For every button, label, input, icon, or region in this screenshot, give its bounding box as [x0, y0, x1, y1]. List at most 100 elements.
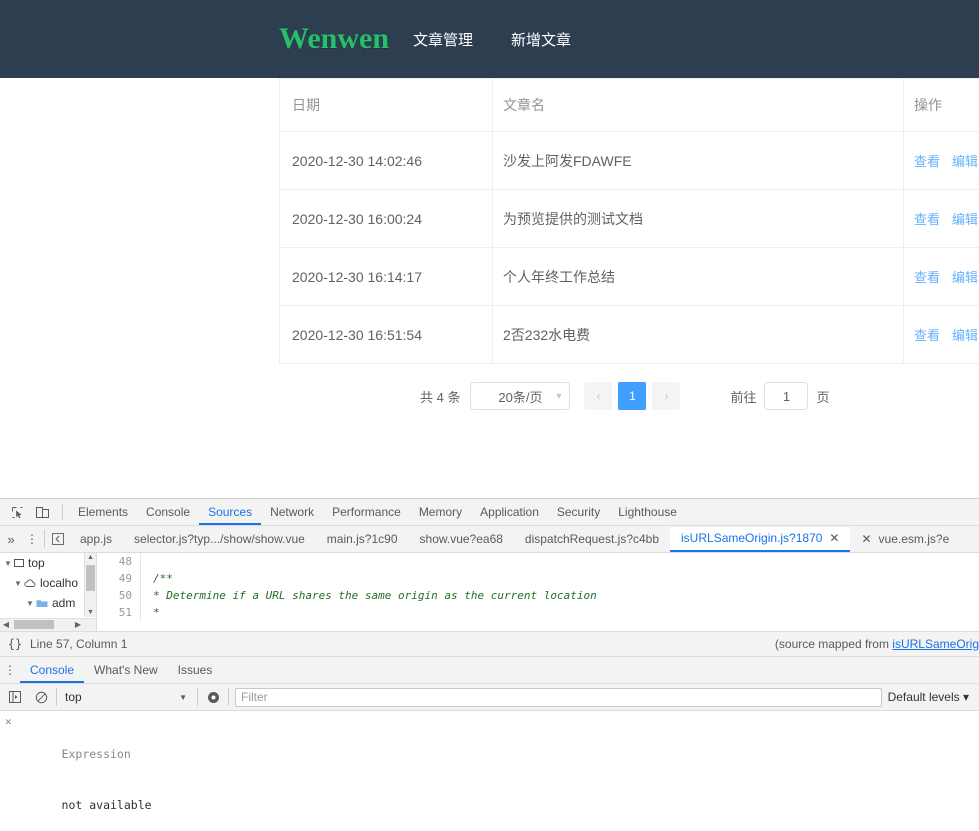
- page-size-value: 20条/页: [498, 387, 542, 406]
- chevron-down-icon: ▼: [12, 579, 24, 588]
- line-number: 51: [97, 604, 141, 621]
- file-tab-vue-esm-js[interactable]: ✕ vue.esm.js?e: [850, 527, 960, 552]
- view-link[interactable]: 查看: [914, 270, 940, 285]
- cursor-position-label: Line 57, Column 1: [30, 637, 127, 651]
- console-toolbar-divider: [56, 688, 57, 706]
- scrollbar-thumb[interactable]: [86, 565, 95, 591]
- table-row[interactable]: 2020-12-30 16:00:24 为预览提供的测试文档 查看编辑: [280, 190, 979, 248]
- scroll-down-icon[interactable]: ▼: [86, 609, 95, 616]
- column-header-date: 日期: [280, 79, 493, 132]
- source-mapped-link[interactable]: isURLSameOrig: [892, 637, 979, 651]
- view-link[interactable]: 查看: [914, 154, 940, 169]
- close-icon[interactable]: ✕: [5, 714, 12, 730]
- view-link[interactable]: 查看: [914, 328, 940, 343]
- devtools-tab-security[interactable]: Security: [548, 500, 609, 525]
- tree-node-label: top: [28, 556, 45, 570]
- line-number: 49: [97, 570, 141, 587]
- line-text: [141, 553, 153, 570]
- edit-link[interactable]: 编辑: [952, 154, 978, 169]
- pagination-page-1[interactable]: 1: [618, 382, 646, 410]
- cell-title: 个人年终工作总结: [493, 248, 904, 306]
- console-toolbar-divider: [197, 688, 198, 706]
- scrollbar-thumb[interactable]: [14, 620, 54, 629]
- file-tab-dispatch-request-js[interactable]: dispatchRequest.js?c4bb: [514, 527, 670, 552]
- more-options-icon[interactable]: ⋮: [22, 532, 42, 546]
- pagination-prev-button[interactable]: ‹: [584, 382, 612, 410]
- tree-node-top[interactable]: ▼ top: [0, 553, 96, 573]
- site-brand-logo[interactable]: Wenwen: [279, 22, 389, 56]
- devtools-tab-application[interactable]: Application: [471, 500, 548, 525]
- tree-horizontal-scrollbar[interactable]: ◀ ▶: [0, 618, 96, 631]
- file-tab-main-js[interactable]: main.js?1c90: [316, 527, 409, 552]
- console-message-text: not available: [62, 798, 152, 812]
- inspect-element-icon[interactable]: [4, 500, 30, 524]
- chevron-down-icon: ▾: [556, 391, 561, 402]
- tree-node-localhost[interactable]: ▼ localho: [0, 573, 96, 593]
- drawer-tab-console[interactable]: Console: [20, 658, 84, 683]
- sources-navigator-tree: ▼ top ▼ localho ▼: [0, 553, 97, 631]
- source-status-bar: {} Line 57, Column 1 (source mapped from…: [0, 631, 979, 657]
- drawer-tab-whats-new[interactable]: What's New: [84, 658, 168, 683]
- line-number: 48: [97, 553, 141, 570]
- code-line: 48: [97, 553, 979, 570]
- tree-node-admin-folder[interactable]: ▼ adm: [0, 593, 96, 613]
- column-header-title: 文章名: [493, 79, 904, 132]
- nav-link-article-management[interactable]: 文章管理: [413, 29, 473, 50]
- line-text: /**: [141, 570, 173, 587]
- devtools-tab-network[interactable]: Network: [261, 500, 323, 525]
- jumper-input[interactable]: [764, 382, 808, 410]
- edit-link[interactable]: 编辑: [952, 270, 978, 285]
- console-log-levels-select[interactable]: Default levels ▾: [888, 690, 979, 704]
- edit-link[interactable]: 编辑: [952, 212, 978, 227]
- browser-viewport: Wenwen 文章管理 新增文章 日期 文章名 操作 2020-12-30 14…: [0, 0, 979, 498]
- table-row[interactable]: 2020-12-30 14:02:46 沙发上阿发FDAWFE 查看编辑: [280, 132, 979, 190]
- close-icon[interactable]: ✕: [829, 526, 839, 551]
- file-tab-isurlsameorigin-js[interactable]: isURLSameOrigin.js?1870 ✕: [670, 527, 850, 552]
- pretty-print-icon[interactable]: {}: [0, 637, 30, 651]
- cloud-icon: [24, 578, 36, 588]
- close-icon[interactable]: ✕: [861, 527, 871, 552]
- drawer-more-options-icon[interactable]: ⋮: [0, 663, 20, 677]
- device-toolbar-icon[interactable]: [30, 500, 56, 524]
- code-line: 51 *: [97, 604, 979, 621]
- cell-title: 2否232水电费: [493, 306, 904, 364]
- edit-link[interactable]: 编辑: [952, 328, 978, 343]
- devtools-tab-sources[interactable]: Sources: [199, 500, 261, 525]
- live-expression-eye-icon[interactable]: [200, 685, 226, 709]
- console-context-value: top: [65, 690, 82, 704]
- pagination-jumper: 前往 页: [730, 382, 829, 410]
- source-code-editor[interactable]: 48 49 /** 50 * Determine if a URL shares…: [97, 553, 979, 631]
- console-message-text: Expression: [62, 747, 131, 761]
- devtools-tab-performance[interactable]: Performance: [323, 500, 410, 525]
- file-tab-selector-js[interactable]: selector.js?typ.../show/show.vue: [123, 527, 316, 552]
- clear-console-icon[interactable]: [28, 685, 54, 709]
- devtools-tab-elements[interactable]: Elements: [69, 500, 137, 525]
- tree-vertical-scrollbar[interactable]: ▲ ▼: [84, 553, 96, 617]
- table-row[interactable]: 2020-12-30 16:51:54 2否232水电费 查看编辑: [280, 306, 979, 364]
- table-body: 2020-12-30 14:02:46 沙发上阿发FDAWFE 查看编辑 202…: [280, 132, 979, 364]
- jumper-unit: 页: [816, 387, 829, 406]
- console-message-expression-body: not available: [0, 778, 979, 831]
- drawer-tab-issues[interactable]: Issues: [168, 658, 223, 683]
- page-size-select[interactable]: 20条/页 ▾: [470, 382, 570, 410]
- devtools-tab-memory[interactable]: Memory: [410, 500, 471, 525]
- console-filter-input[interactable]: [235, 688, 882, 707]
- scroll-right-icon[interactable]: ▶: [72, 619, 84, 630]
- navigator-toggle-icon[interactable]: [47, 533, 69, 545]
- scroll-up-icon[interactable]: ▲: [86, 554, 95, 561]
- devtools-tab-lighthouse[interactable]: Lighthouse: [609, 500, 686, 525]
- devtools-tab-console[interactable]: Console: [137, 500, 199, 525]
- table-row[interactable]: 2020-12-30 16:14:17 个人年终工作总结 查看编辑: [280, 248, 979, 306]
- show-more-panels-icon[interactable]: »: [0, 532, 22, 547]
- file-tab-app-js[interactable]: app.js: [69, 527, 123, 552]
- console-context-select[interactable]: top ▼: [59, 687, 195, 707]
- file-tab-show-vue[interactable]: show.vue?ea68: [409, 527, 514, 552]
- scroll-left-icon[interactable]: ◀: [0, 619, 12, 630]
- console-sidebar-toggle-icon[interactable]: [2, 685, 28, 709]
- pagination-total-label: 共 4 条: [420, 387, 460, 406]
- file-tabs-divider: [44, 530, 45, 548]
- view-link[interactable]: 查看: [914, 212, 940, 227]
- pagination-next-button[interactable]: ›: [652, 382, 680, 410]
- cell-operations: 查看编辑: [904, 248, 979, 306]
- nav-link-new-article[interactable]: 新增文章: [511, 29, 571, 50]
